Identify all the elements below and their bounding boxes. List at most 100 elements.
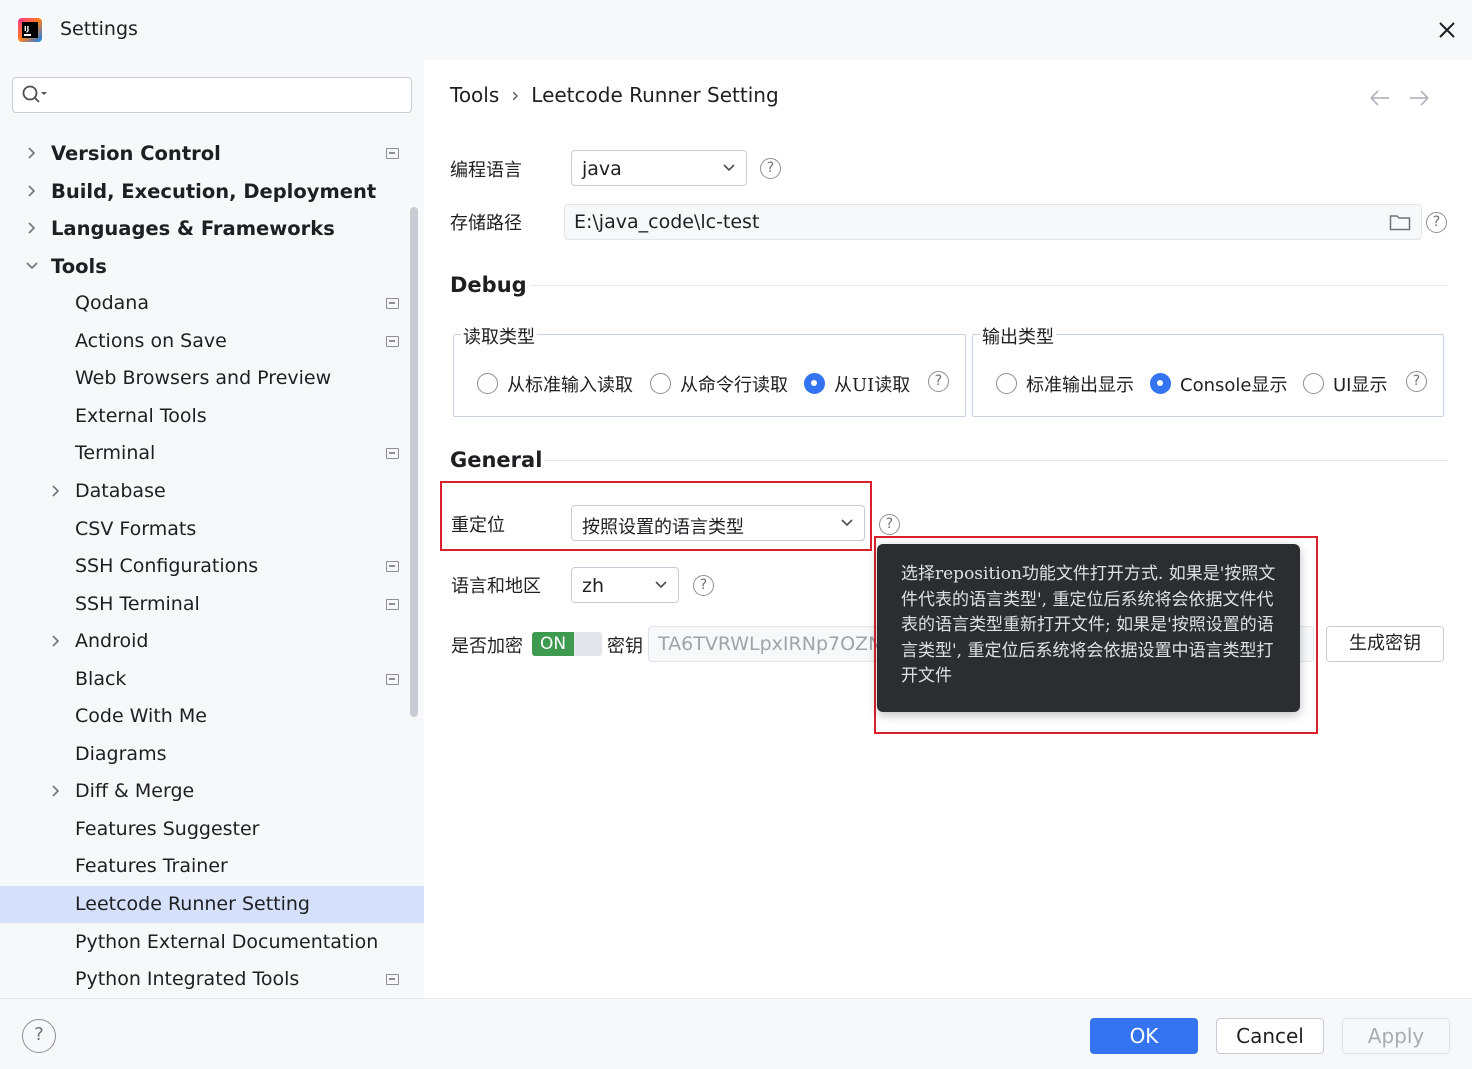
settings-sidebar: Version Control Build, Execution, Deploym… xyxy=(0,60,424,998)
lang-value: java xyxy=(582,158,622,180)
chevron-down-icon xyxy=(655,581,667,589)
dialog-footer: ? OK Cancel Apply xyxy=(0,998,1472,1069)
radio-label: Console显示 xyxy=(1180,375,1288,396)
help-icon[interactable]: ? xyxy=(928,371,949,392)
tree-item[interactable]: SSH Configurations xyxy=(0,548,424,585)
tree-item[interactable]: Android xyxy=(0,623,424,660)
help-icon[interactable]: ? xyxy=(1426,212,1447,233)
tree-item[interactable]: Qodana xyxy=(0,285,424,322)
radio-circle[interactable] xyxy=(996,373,1017,394)
toggle-on-label: ON xyxy=(532,632,574,656)
chevron-down-icon xyxy=(723,164,735,172)
breadcrumb-parent[interactable]: Tools xyxy=(450,83,499,107)
chevron-right-icon[interactable] xyxy=(25,146,39,160)
debug-section-title: Debug xyxy=(450,273,527,297)
radio-label: 从标准输入读取 xyxy=(507,375,633,396)
tree-item[interactable]: Diff & Merge xyxy=(0,773,424,810)
read-type-group: 读取类型 从标准输入读取 从命令行读取 从UI读取 ? xyxy=(453,323,966,417)
project-level-icon xyxy=(386,148,399,159)
tree-item-label: Tools xyxy=(51,254,107,278)
tree-item-label: Web Browsers and Preview xyxy=(75,367,332,390)
back-arrow-icon[interactable] xyxy=(1370,90,1389,106)
breadcrumb: Tools › Leetcode Runner Setting xyxy=(450,83,779,107)
tree-item-label: Diagrams xyxy=(75,742,167,765)
tree-item-label: Version Control xyxy=(51,142,221,165)
chevron-right-icon[interactable] xyxy=(25,184,39,198)
radio-circle[interactable] xyxy=(1303,373,1324,394)
help-icon[interactable]: ? xyxy=(1406,371,1427,392)
help-icon[interactable]: ? xyxy=(693,575,714,596)
tree-item-label: External Tools xyxy=(75,404,207,427)
tree-item[interactable]: Actions on Save xyxy=(0,323,424,360)
radio-circle[interactable] xyxy=(650,373,671,394)
path-field[interactable]: E:\java_code\lc-test xyxy=(564,204,1422,240)
tree-item[interactable]: Web Browsers and Preview xyxy=(0,360,424,397)
help-button[interactable]: ? xyxy=(22,1019,56,1053)
tree-item[interactable]: Terminal xyxy=(0,435,424,472)
locale-label: 语言和地区 xyxy=(451,576,541,597)
chevron-down-icon[interactable] xyxy=(25,259,39,273)
help-icon[interactable]: ? xyxy=(879,514,900,535)
chevron-right-icon[interactable] xyxy=(49,484,63,498)
cancel-button[interactable]: Cancel xyxy=(1216,1018,1324,1054)
search-icon xyxy=(22,85,47,103)
tree-item[interactable]: Python Integrated Tools xyxy=(0,961,424,998)
tree-item[interactable]: Python External Documentation xyxy=(0,924,424,961)
chevron-right-icon[interactable] xyxy=(49,634,63,648)
radio-circle[interactable] xyxy=(477,373,498,394)
tree-item[interactable]: Code With Me xyxy=(0,698,424,735)
chevron-right-icon[interactable] xyxy=(25,221,39,235)
tree-item[interactable]: SSH Terminal xyxy=(0,586,424,623)
tree-item[interactable]: Build, Execution, Deployment xyxy=(0,173,424,210)
key-value: TA6TVRWLpxIRNp7OZN xyxy=(658,633,883,655)
general-section-title: General xyxy=(450,448,543,472)
nav-arrows xyxy=(1370,90,1429,106)
window-title: Settings xyxy=(60,18,138,40)
tree-item[interactable]: Languages & Frameworks xyxy=(0,210,424,247)
svg-text:IJ: IJ xyxy=(24,25,29,33)
tree-item[interactable]: CSV Formats xyxy=(0,511,424,548)
tree-item-label: Python Integrated Tools xyxy=(75,968,300,991)
chevron-right-icon[interactable] xyxy=(49,784,63,798)
sidebar-scrollbar[interactable] xyxy=(410,207,418,717)
help-icon[interactable]: ? xyxy=(760,158,781,179)
reposition-combobox[interactable]: 按照设置的语言类型 xyxy=(571,505,865,541)
path-label: 存储路径 xyxy=(450,213,522,234)
apply-button[interactable]: Apply xyxy=(1342,1018,1450,1054)
help-tooltip: 选择reposition功能文件打开方式. 如果是'按照文件代表的语言类型', … xyxy=(877,544,1300,712)
app-icon: IJ xyxy=(18,18,42,42)
ok-button[interactable]: OK xyxy=(1090,1018,1198,1054)
tree-item-label: Python External Documentation xyxy=(75,930,379,953)
radio-circle[interactable] xyxy=(804,373,825,394)
chevron-down-icon xyxy=(841,519,853,527)
folder-icon[interactable] xyxy=(1389,213,1411,231)
lang-combobox[interactable]: java xyxy=(571,150,747,186)
output-type-title: 输出类型 xyxy=(980,323,1056,349)
tree-item[interactable]: Diagrams xyxy=(0,736,424,773)
close-icon[interactable] xyxy=(1434,17,1460,43)
locale-combobox[interactable]: zh xyxy=(571,567,679,603)
tree-item-label: CSV Formats xyxy=(75,517,197,540)
tree-item[interactable]: Database xyxy=(0,473,424,510)
project-level-icon xyxy=(386,974,399,986)
tree-item[interactable]: Version Control xyxy=(0,135,424,172)
locale-value: zh xyxy=(582,575,605,597)
tree-item[interactable]: External Tools xyxy=(0,398,424,435)
tree-item-label: SSH Configurations xyxy=(75,555,259,578)
output-type-group: 输出类型 标准输出显示 Console显示 UI显示 ? xyxy=(972,323,1444,417)
encrypt-toggle[interactable]: ON xyxy=(532,632,602,656)
lang-label: 编程语言 xyxy=(450,160,522,181)
tree-item[interactable]: Features Trainer xyxy=(0,848,424,885)
forward-arrow-icon[interactable] xyxy=(1410,90,1429,106)
radio-circle[interactable] xyxy=(1150,373,1171,394)
tree-item[interactable]: Leetcode Runner Setting xyxy=(0,886,424,923)
tree-item[interactable]: Features Suggester xyxy=(0,811,424,848)
tree-item-label: SSH Terminal xyxy=(75,592,200,615)
encrypt-label: 是否加密 xyxy=(451,636,523,657)
generate-key-button[interactable]: 生成密钥 xyxy=(1326,626,1444,662)
search-input[interactable] xyxy=(12,77,412,113)
path-value: E:\java_code\lc-test xyxy=(574,211,760,233)
tree-item[interactable]: Black xyxy=(0,661,424,698)
project-level-icon xyxy=(386,298,399,310)
tree-item[interactable]: Tools xyxy=(0,248,424,285)
